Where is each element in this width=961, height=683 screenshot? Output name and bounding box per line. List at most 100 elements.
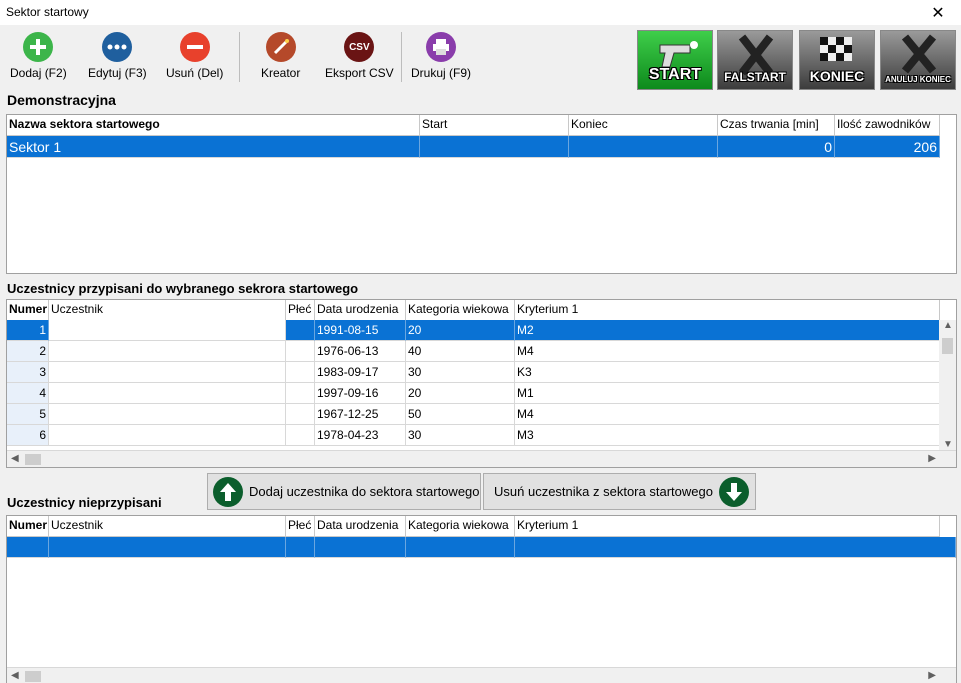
window-title: Sektor startowy	[6, 5, 89, 19]
table-row[interactable]	[7, 537, 956, 558]
criterion-cell: M4	[515, 404, 940, 425]
sex-cell	[286, 404, 315, 425]
title-bar: Sektor startowy ✕	[0, 0, 961, 25]
edit-button-label: Edytuj (F3)	[88, 66, 147, 80]
chevron-down-icon[interactable]: ▼	[943, 439, 953, 450]
chevron-left-icon[interactable]: ◀	[11, 453, 19, 464]
column-header[interactable]: Płeć	[286, 300, 315, 320]
plus-icon	[23, 32, 54, 62]
table-row[interactable]: 6 1978-04-23 30 M3	[7, 425, 940, 446]
row-number-cell: 2	[7, 341, 49, 362]
column-header[interactable]: Kryterium 1	[515, 516, 940, 536]
sex-cell	[286, 537, 315, 558]
dob-cell: 1983-09-17	[315, 362, 406, 383]
dob-cell: 1967-12-25	[315, 404, 406, 425]
table-row[interactable]: 1 1991-08-15 20 M2	[7, 320, 940, 341]
column-header[interactable]: Numer	[7, 516, 49, 536]
vertical-scrollbar[interactable]: ▲ ▼	[939, 320, 956, 450]
chevron-left-icon[interactable]: ◀	[11, 670, 19, 681]
chevron-up-icon[interactable]: ▲	[943, 320, 953, 331]
horizontal-scrollbar[interactable]: ◀ ▶	[7, 450, 956, 467]
start-button-label: START	[648, 66, 702, 83]
column-header[interactable]: Uczestnik	[49, 516, 286, 536]
falstart-button[interactable]: FALSTART	[717, 30, 793, 90]
column-header[interactable]: Start	[420, 115, 569, 135]
category-cell: 30	[406, 362, 515, 383]
scroll-thumb[interactable]	[25, 454, 41, 465]
table-row[interactable]: 3 1983-09-17 30 K3	[7, 362, 940, 383]
sectors-table-header: Nazwa sektora startowego Start Koniec Cz…	[7, 115, 940, 136]
arrow-down-icon	[718, 476, 749, 507]
table-row[interactable]: 2 1976-06-13 40 M4	[7, 341, 940, 362]
export-csv-button-label: Eksport CSV	[325, 66, 394, 80]
column-header[interactable]: Data urodzenia	[315, 300, 406, 320]
edit-button[interactable]: Edytuj (F3)	[88, 32, 147, 84]
row-number-cell: 1	[7, 320, 49, 341]
add-to-sector-button[interactable]: Dodaj uczestnika do sektora startowego	[207, 473, 481, 510]
assigned-participants-table[interactable]: Numer Uczestnik Płeć Data urodzenia Kate…	[6, 299, 957, 468]
wizard-button[interactable]: Kreator	[261, 32, 300, 84]
sectors-table[interactable]: Nazwa sektora startowego Start Koniec Cz…	[6, 114, 957, 274]
scroll-thumb[interactable]	[25, 671, 41, 682]
arrow-up-icon	[213, 476, 243, 507]
cancel-finish-button-label: ANULUJ KONIEC	[885, 75, 951, 84]
table-row[interactable]: 5 1967-12-25 50 M4	[7, 404, 940, 425]
print-button[interactable]: Drukuj (F9)	[411, 32, 471, 84]
ellipsis-icon	[102, 32, 133, 62]
magic-wand-icon	[265, 32, 296, 62]
row-number-cell	[7, 537, 49, 558]
table-row[interactable]: 4 1997-09-16 20 M1	[7, 383, 940, 404]
participant-cell	[49, 537, 286, 558]
category-cell: 20	[406, 383, 515, 404]
sector-start	[420, 136, 569, 158]
column-header[interactable]: Kategoria wiekowa	[406, 300, 515, 320]
wizard-button-label: Kreator	[261, 66, 301, 80]
column-header[interactable]: Koniec	[569, 115, 718, 135]
remove-from-sector-button[interactable]: Usuń uczestnika z sektora startowego	[483, 473, 756, 510]
delete-button[interactable]: Usuń (Del)	[166, 32, 223, 84]
event-name: Demonstracyjna	[7, 92, 116, 108]
column-header[interactable]: Nazwa sektora startowego	[7, 115, 420, 135]
table-row[interactable]: Sektor 1 0 206	[7, 136, 940, 158]
minus-icon	[179, 32, 210, 62]
dob-cell: 1997-09-16	[315, 383, 406, 404]
dob-cell: 1976-06-13	[315, 341, 406, 362]
export-csv-button[interactable]: CSV Eksport CSV	[325, 32, 394, 84]
criterion-cell: M3	[515, 425, 940, 446]
close-icon[interactable]: ✕	[915, 0, 961, 25]
add-button-label: Dodaj (F2)	[10, 66, 67, 80]
category-cell	[406, 537, 515, 558]
column-header[interactable]: Ilość zawodników	[835, 115, 940, 135]
row-number-cell: 6	[7, 425, 49, 446]
assigned-table-header: Numer Uczestnik Płeć Data urodzenia Kate…	[7, 300, 940, 321]
csv-icon: CSV	[344, 32, 375, 62]
unassigned-heading: Uczestnicy nieprzypisani	[7, 495, 162, 510]
column-header[interactable]: Numer	[7, 300, 49, 320]
finish-button[interactable]: KONIEC	[799, 30, 875, 90]
unassigned-participants-table[interactable]: Numer Uczestnik Płeć Data urodzenia Kate…	[6, 515, 957, 683]
chevron-right-icon[interactable]: ▶	[928, 453, 936, 464]
assigned-heading: Uczestnicy przypisani do wybranego sekro…	[7, 281, 359, 296]
criterion-cell: M4	[515, 341, 940, 362]
category-cell: 20	[406, 320, 515, 341]
cancel-finish-button[interactable]: ANULUJ KONIEC	[880, 30, 956, 90]
horizontal-scrollbar[interactable]: ◀ ▶	[7, 667, 956, 683]
row-number-cell: 4	[7, 383, 49, 404]
chevron-right-icon[interactable]: ▶	[928, 670, 936, 681]
print-button-label: Drukuj (F9)	[411, 66, 472, 80]
column-header[interactable]: Kryterium 1	[515, 300, 940, 320]
criterion-cell: M2	[515, 320, 940, 341]
unassigned-table-header: Numer Uczestnik Płeć Data urodzenia Kate…	[7, 516, 940, 537]
column-header[interactable]: Czas trwania [min]	[718, 115, 835, 135]
column-header[interactable]: Uczestnik	[49, 300, 286, 320]
column-header[interactable]: Data urodzenia	[315, 516, 406, 536]
scroll-thumb[interactable]	[942, 338, 953, 354]
column-header[interactable]: Płeć	[286, 516, 315, 536]
sex-cell	[286, 425, 315, 446]
start-button[interactable]: START	[637, 30, 713, 90]
add-button[interactable]: Dodaj (F2)	[10, 32, 67, 84]
column-header[interactable]: Kategoria wiekowa	[406, 516, 515, 536]
row-number-cell: 3	[7, 362, 49, 383]
category-cell: 40	[406, 341, 515, 362]
participant-cell	[49, 425, 286, 446]
